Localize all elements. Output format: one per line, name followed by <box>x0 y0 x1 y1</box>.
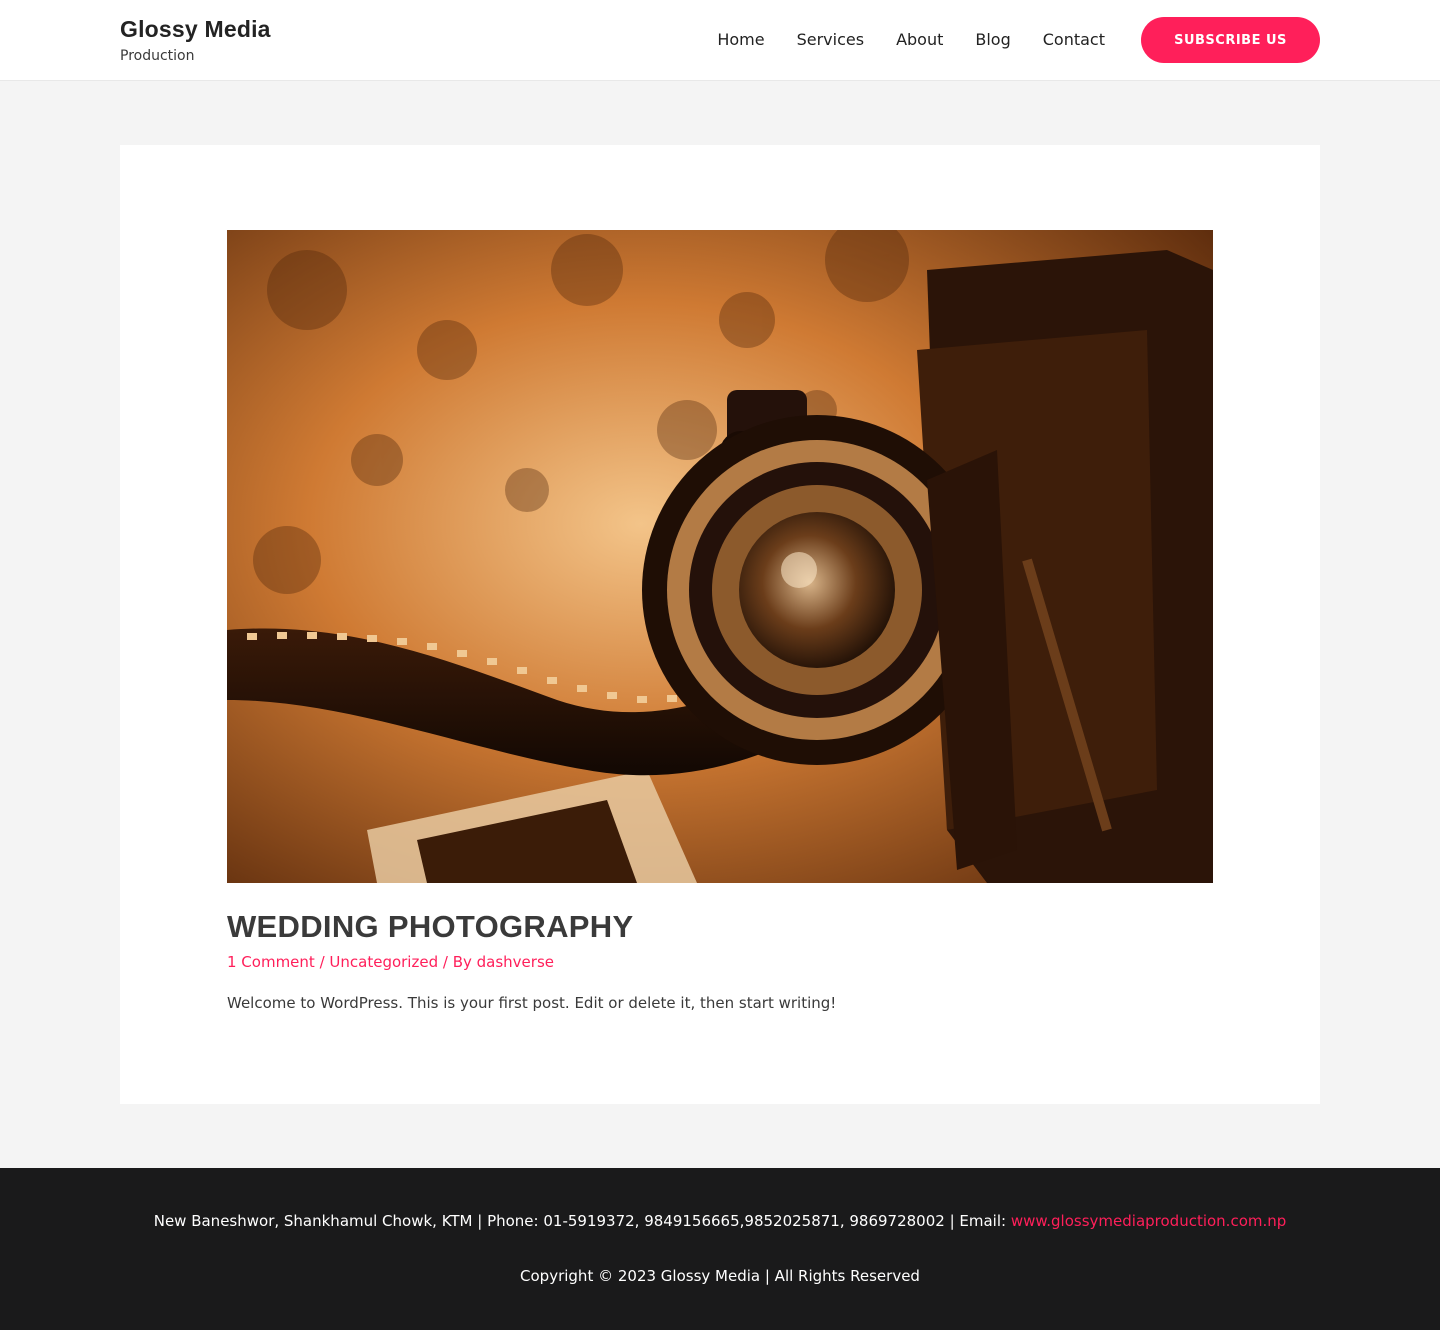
brand: Glossy Media Production <box>120 16 271 65</box>
nav-item-home[interactable]: Home <box>701 17 780 63</box>
nav-item-about[interactable]: About <box>880 17 959 63</box>
site-footer: New Baneshwor, Shankhamul Chowk, KTM | P… <box>0 1168 1440 1330</box>
footer-contact: New Baneshwor, Shankhamul Chowk, KTM | P… <box>0 1210 1440 1232</box>
post-excerpt: Welcome to WordPress. This is your first… <box>227 994 837 1012</box>
site-tagline: Production <box>120 48 195 64</box>
site-header: Glossy Media Production Home Services Ab… <box>0 0 1440 81</box>
post-meta: 1 Comment / Uncategorized / By dashverse <box>227 951 554 973</box>
meta-by: / By <box>438 953 477 971</box>
author-link[interactable]: dashverse <box>477 953 554 971</box>
article-card: WEDDING PHOTOGRAPHY 1 Comment / Uncatego… <box>120 145 1320 1104</box>
site-title[interactable]: Glossy Media <box>120 16 271 42</box>
nav-item-blog[interactable]: Blog <box>959 17 1026 63</box>
footer-email-link[interactable]: www.glossymediaproduction.com.np <box>1011 1212 1286 1230</box>
subscribe-button[interactable]: SUBSCRIBE US <box>1141 17 1320 63</box>
footer-copyright: Copyright © 2023 Glossy Media | All Righ… <box>520 1267 920 1285</box>
main-nav: Home Services About Blog Contact SUBSCRI… <box>701 17 1320 63</box>
category-link[interactable]: Uncategorized <box>329 953 438 971</box>
camera-photo-illustration <box>227 230 1213 883</box>
comments-link[interactable]: 1 Comment <box>227 953 315 971</box>
post-title[interactable]: WEDDING PHOTOGRAPHY <box>227 908 633 946</box>
footer-contact-text: New Baneshwor, Shankhamul Chowk, KTM | P… <box>153 1212 1011 1230</box>
nav-item-services[interactable]: Services <box>781 17 880 63</box>
featured-image[interactable] <box>227 230 1213 883</box>
nav-item-contact[interactable]: Contact <box>1027 17 1121 63</box>
meta-separator: / <box>314 953 330 971</box>
